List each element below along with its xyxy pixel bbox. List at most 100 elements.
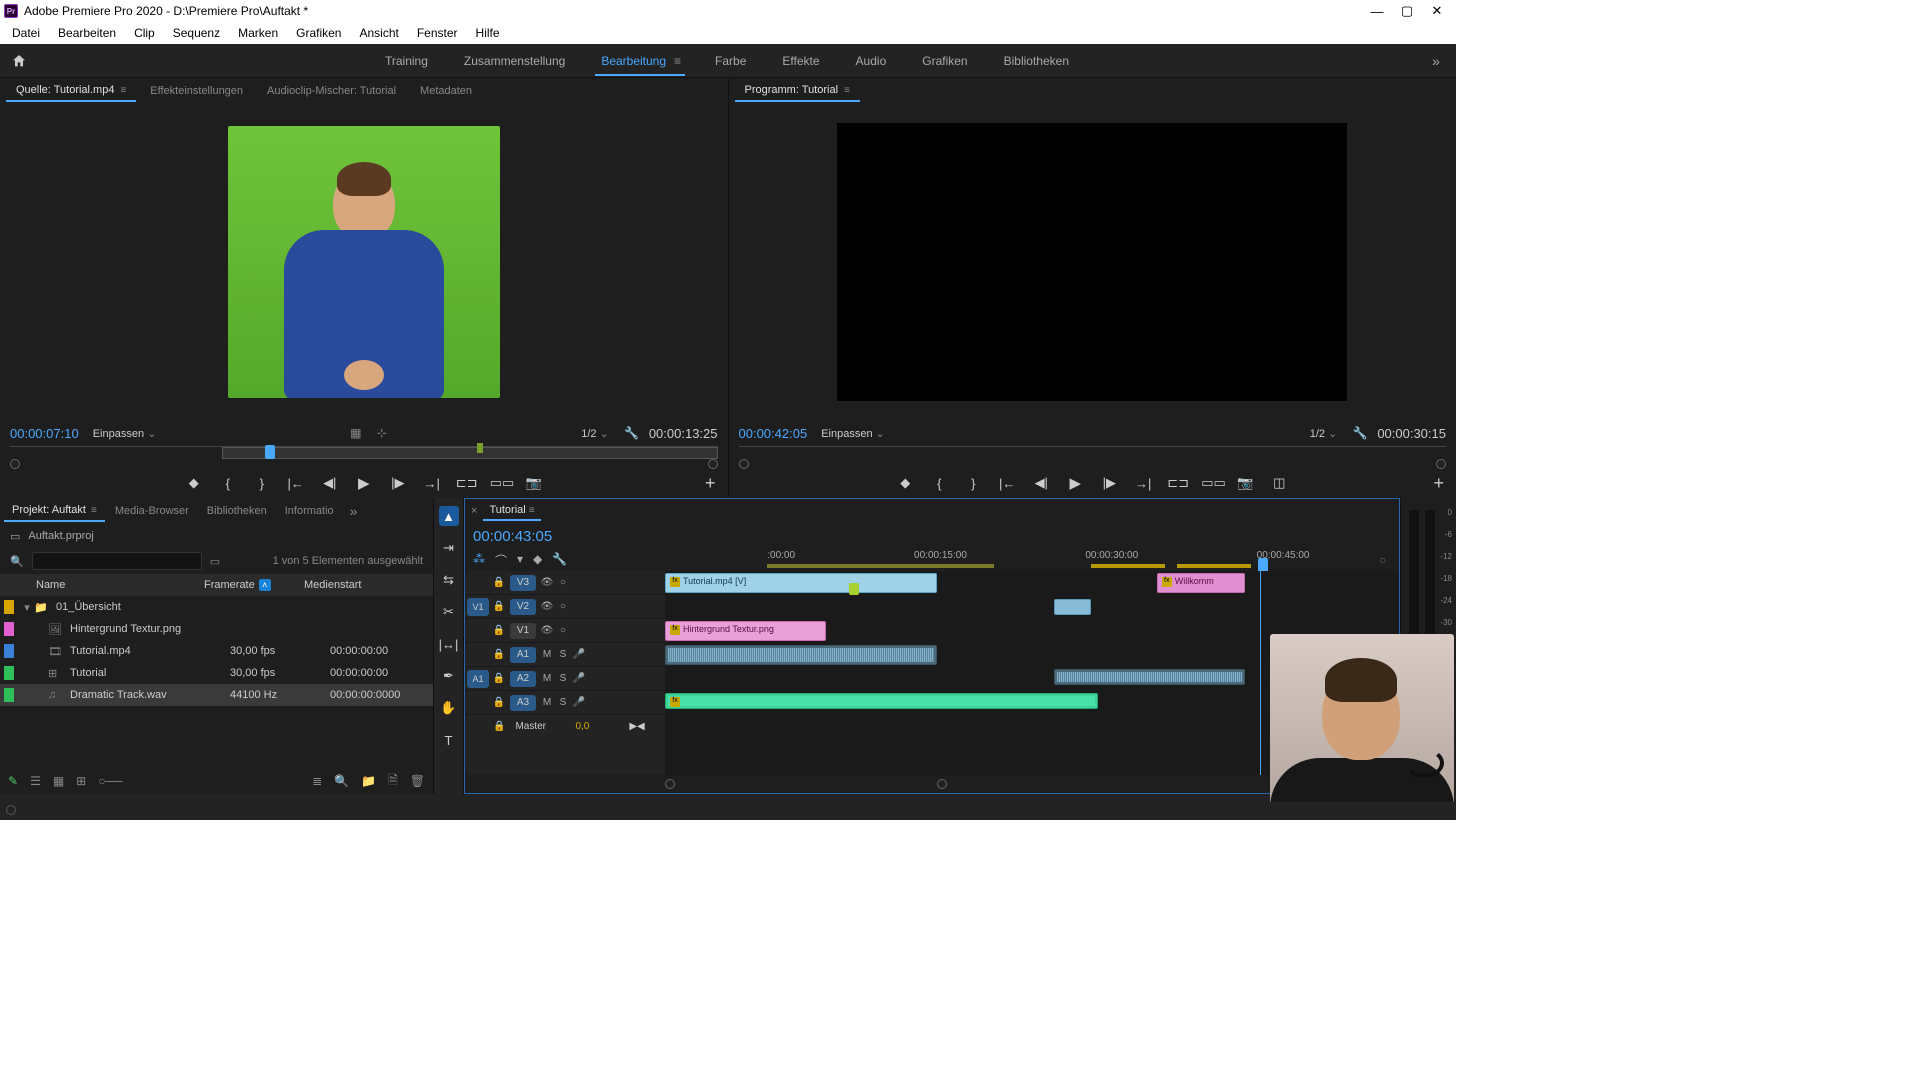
clip-hintergrund[interactable]: fxHintergrund Textur.png xyxy=(665,621,826,641)
workspace-zusammenstellung[interactable]: Zusammenstellung xyxy=(446,46,583,76)
project-icon-view-icon[interactable]: ▦ xyxy=(53,774,64,788)
source-drag-video-icon[interactable]: ▦ xyxy=(347,424,365,442)
tab-program[interactable]: Programm: Tutorial≡ xyxy=(735,80,860,102)
program-step-forward-button[interactable]: |▶ xyxy=(1099,475,1119,491)
track-header-a2[interactable]: A1🔒 A2 M S 🎤 xyxy=(465,667,665,691)
source-mark-out-button[interactable]: } xyxy=(252,476,272,491)
program-export-frame-button[interactable]: 📷 xyxy=(1235,475,1255,491)
track-sync-lock-icon[interactable]: ○ xyxy=(555,625,571,636)
tab-info[interactable]: Informatio xyxy=(277,501,342,521)
lock-icon[interactable]: 🔒 xyxy=(491,577,507,588)
timeline-marker-icon[interactable]: ▾ xyxy=(517,552,523,569)
lock-icon[interactable]: 🔒 xyxy=(491,673,507,684)
track-toggle-output-icon[interactable]: 👁 xyxy=(539,577,555,588)
workspace-grafiken[interactable]: Grafiken xyxy=(904,46,985,76)
program-play-button[interactable]: ▶ xyxy=(1065,474,1085,492)
source-drag-audio-icon[interactable]: ⊹ xyxy=(373,424,391,442)
maximize-button[interactable]: ▢ xyxy=(1392,3,1422,19)
track-solo-button[interactable]: S xyxy=(555,649,571,660)
track-header-master[interactable]: 🔒 Master 0,0 ▶◀ xyxy=(465,715,665,737)
pen-tool[interactable]: ✒ xyxy=(439,666,459,686)
workspace-overflow-button[interactable]: » xyxy=(1416,53,1456,69)
home-button[interactable] xyxy=(0,53,38,69)
master-value[interactable]: 0,0 xyxy=(575,721,589,732)
source-add-marker-button[interactable]: ◆ xyxy=(184,475,204,491)
master-play-icon[interactable]: ▶◀ xyxy=(629,721,644,732)
track-solo-button[interactable]: S xyxy=(555,673,571,684)
menu-clip[interactable]: Clip xyxy=(126,24,163,42)
source-out-point[interactable] xyxy=(477,443,483,453)
timeline-add-marker-icon[interactable]: ◆ xyxy=(533,552,542,569)
source-time-ruler[interactable] xyxy=(10,446,718,468)
lock-icon[interactable]: 🔒 xyxy=(493,721,505,732)
track-voice-over-icon[interactable]: 🎤 xyxy=(571,673,587,684)
project-tabs-overflow[interactable]: » xyxy=(344,503,364,519)
menu-marken[interactable]: Marken xyxy=(230,24,286,42)
track-sync-lock-icon[interactable]: ○ xyxy=(555,601,571,612)
selection-tool[interactable]: ▲ xyxy=(439,506,459,526)
menu-sequenz[interactable]: Sequenz xyxy=(165,24,228,42)
source-insert-button[interactable]: ⊏⊐ xyxy=(456,475,476,491)
program-mark-out-button[interactable]: } xyxy=(963,476,983,491)
column-framerate[interactable]: Framerate˄ xyxy=(204,579,304,591)
source-tab-menu-icon[interactable]: ≡ xyxy=(120,85,126,96)
project-new-bin-button[interactable]: 📁 xyxy=(361,774,376,788)
program-zoom-dropdown[interactable]: Einpassen xyxy=(815,425,891,442)
project-list-view-icon[interactable]: ☰ xyxy=(30,774,41,788)
project-row-sequence[interactable]: ⊞ Tutorial 30,00 fps 00:00:00:00 xyxy=(0,662,433,684)
project-tab-menu-icon[interactable]: ≡ xyxy=(91,505,97,516)
project-row-video[interactable]: 🎞 Tutorial.mp4 30,00 fps 00:00:00:00 xyxy=(0,640,433,662)
track-mute-button[interactable]: M xyxy=(539,649,555,660)
clip-small[interactable] xyxy=(1054,599,1091,615)
close-button[interactable]: ✕ xyxy=(1422,3,1452,19)
menu-bearbeiten[interactable]: Bearbeiten xyxy=(50,24,124,42)
program-timecode-current[interactable]: 00:00:42:05 xyxy=(739,426,808,441)
program-mark-in-button[interactable]: { xyxy=(929,476,949,491)
timeline-linked-selection-icon[interactable]: ⌒ xyxy=(495,552,507,569)
hand-tool[interactable]: ✋ xyxy=(439,698,459,718)
lock-icon[interactable]: 🔒 xyxy=(491,649,507,660)
slip-tool[interactable]: |↔| xyxy=(439,634,459,654)
track-header-v2[interactable]: V1🔒 V2 👁 ○ xyxy=(465,595,665,619)
source-timecode-current[interactable]: 00:00:07:10 xyxy=(10,426,79,441)
workspace-audio[interactable]: Audio xyxy=(838,46,905,76)
source-playhead[interactable] xyxy=(265,445,275,459)
lock-icon[interactable]: 🔒 xyxy=(491,601,507,612)
program-goto-in-button[interactable]: |← xyxy=(997,476,1017,491)
clip-tutorial-video[interactable]: fxTutorial.mp4 [V] xyxy=(665,573,937,593)
track-voice-over-icon[interactable]: 🎤 xyxy=(571,649,587,660)
clip-audio-a3[interactable]: fx xyxy=(665,693,1098,709)
timeline-ruler-zoom-out[interactable]: ○ xyxy=(1379,553,1386,567)
track-name[interactable]: V2 xyxy=(510,599,536,615)
program-goto-out-button[interactable]: →| xyxy=(1133,476,1153,491)
source-goto-in-button[interactable]: |← xyxy=(286,476,306,491)
clip-marker[interactable] xyxy=(849,583,859,595)
workspace-bibliotheken[interactable]: Bibliotheken xyxy=(986,46,1087,76)
program-extract-button[interactable]: ▭▭ xyxy=(1201,475,1221,491)
razor-tool[interactable]: ✂ xyxy=(439,602,459,622)
project-search-input[interactable] xyxy=(32,552,202,570)
project-zoom-slider[interactable]: ○── xyxy=(98,774,122,788)
track-header-a3[interactable]: 🔒 A3 M S 🎤 xyxy=(465,691,665,715)
project-row-audio[interactable]: ♫ Dramatic Track.wav 44100 Hz 00:00:00:0… xyxy=(0,684,433,706)
project-write-icon[interactable]: ✎ xyxy=(8,774,18,788)
project-row-image[interactable]: 🖼 Hintergrund Textur.png xyxy=(0,618,433,640)
tab-media-browser[interactable]: Media-Browser xyxy=(107,501,197,521)
source-patch-a1[interactable]: A1 xyxy=(467,670,489,688)
timeline-settings-icon[interactable]: 🔧 xyxy=(552,552,567,569)
track-solo-button[interactable]: S xyxy=(555,697,571,708)
track-voice-over-icon[interactable]: 🎤 xyxy=(571,697,587,708)
menu-ansicht[interactable]: Ansicht xyxy=(351,24,406,42)
track-toggle-output-icon[interactable]: 👁 xyxy=(539,601,555,612)
project-new-bin-icon[interactable]: ▭ xyxy=(210,555,220,568)
track-toggle-output-icon[interactable]: 👁 xyxy=(539,625,555,636)
timeline-tab-menu-icon[interactable]: ≡ xyxy=(529,505,535,516)
tab-metadata[interactable]: Metadaten xyxy=(410,81,482,101)
tab-source[interactable]: Quelle: Tutorial.mp4≡ xyxy=(6,80,136,102)
clip-audio-a1[interactable] xyxy=(665,645,937,665)
track-name[interactable]: V3 xyxy=(510,575,536,591)
tab-libraries[interactable]: Bibliotheken xyxy=(199,501,275,521)
source-export-frame-button[interactable]: 📷 xyxy=(524,475,544,491)
program-tab-menu-icon[interactable]: ≡ xyxy=(844,85,850,96)
project-delete-button[interactable]: 🗑 xyxy=(410,774,425,788)
